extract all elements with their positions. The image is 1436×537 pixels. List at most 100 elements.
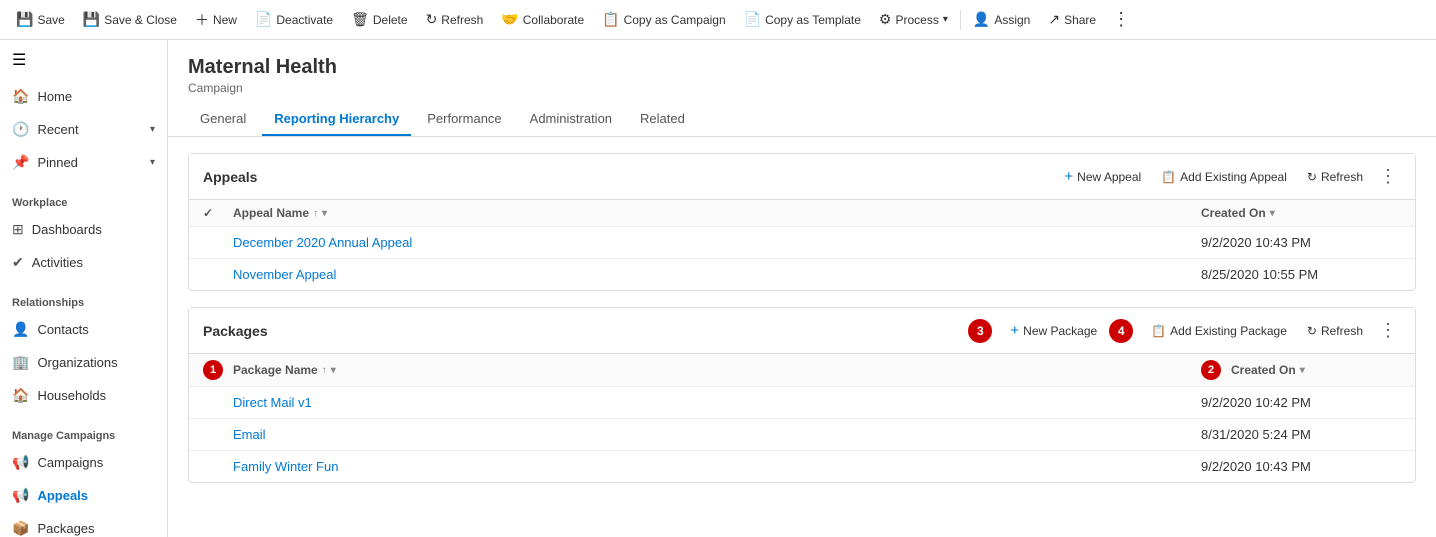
copy-template-button[interactable]: 📄 Copy as Template — [736, 7, 869, 32]
households-icon: 🏠 — [12, 387, 29, 404]
contacts-icon: 👤 — [12, 321, 29, 338]
appeals-row-2-name[interactable]: November Appeal — [233, 267, 1201, 282]
new-package-plus-icon: + — [1010, 322, 1019, 339]
share-icon: ↗ — [1048, 11, 1060, 28]
copy-campaign-icon: 📋 — [602, 11, 619, 28]
organizations-icon: 🏢 — [12, 354, 29, 371]
badge-2: 2 — [1201, 360, 1221, 380]
process-button[interactable]: ⚙ Process ▾ — [871, 7, 956, 32]
sidebar-item-dashboards[interactable]: ⊞ Dashboards — [0, 213, 167, 246]
refresh-packages-button[interactable]: ↻ Refresh — [1299, 320, 1371, 342]
campaigns-icon: 📢 — [12, 454, 29, 471]
sidebar-item-households[interactable]: 🏠 Households — [0, 379, 167, 412]
delete-icon: 🗑 — [351, 11, 369, 28]
share-button[interactable]: ↗ Share — [1040, 7, 1104, 32]
sidebar-item-organizations[interactable]: 🏢 Organizations — [0, 346, 167, 379]
tab-bar: General Reporting Hierarchy Performance … — [168, 103, 1436, 137]
add-existing-package-icon: 📋 — [1151, 324, 1166, 338]
appeals-icon: 📢 — [12, 487, 29, 504]
add-existing-appeal-button[interactable]: 📋 Add Existing Appeal — [1153, 166, 1295, 188]
packages-section-header: Packages 3 + New Package 4 📋 Add Existin… — [189, 308, 1415, 354]
appeals-section-header: Appeals + New Appeal 📋 Add Existing Appe… — [189, 154, 1415, 200]
more-options-button[interactable]: ⋮ — [1106, 9, 1136, 30]
appeals-row-1-name[interactable]: December 2020 Annual Appeal — [233, 235, 1201, 250]
packages-row-3: Family Winter Fun 9/2/2020 10:43 PM — [189, 451, 1415, 482]
appeals-section-actions: + New Appeal 📋 Add Existing Appeal ↻ Ref… — [1056, 164, 1401, 189]
appeals-table-header: ✓ Appeal Name ↑ ▾ Created On ▾ — [189, 200, 1415, 227]
packages-date-col[interactable]: 2 Created On ▾ — [1201, 360, 1401, 380]
badge-1: 1 — [203, 360, 223, 380]
sidebar-item-appeals[interactable]: 📢 Appeals — [0, 479, 167, 512]
packages-row-2-date: 8/31/2020 5:24 PM — [1201, 427, 1401, 442]
sidebar-item-packages[interactable]: 📦 Packages — [0, 512, 167, 537]
packages-row-3-name[interactable]: Family Winter Fun — [233, 459, 1201, 474]
delete-button[interactable]: 🗑 Delete — [343, 7, 415, 32]
activities-icon: ✔ — [12, 254, 24, 271]
deactivate-button[interactable]: 📄 Deactivate — [247, 7, 341, 32]
page-title: Maternal Health — [188, 56, 1416, 79]
packages-row-2-name[interactable]: Email — [233, 427, 1201, 442]
process-chevron-icon: ▾ — [943, 14, 948, 25]
new-package-button[interactable]: + New Package — [1002, 318, 1105, 343]
tab-general[interactable]: General — [188, 103, 258, 136]
tab-related[interactable]: Related — [628, 103, 697, 136]
packages-sort-desc-icon: ▾ — [331, 365, 336, 376]
hamburger-button[interactable]: ☰ — [0, 40, 167, 80]
appeals-more-button[interactable]: ⋮ — [1375, 166, 1401, 187]
packages-row-3-date: 9/2/2020 10:43 PM — [1201, 459, 1401, 474]
tab-reporting-hierarchy[interactable]: Reporting Hierarchy — [262, 103, 411, 136]
appeals-row-1-date: 9/2/2020 10:43 PM — [1201, 235, 1401, 250]
appeals-sort-asc-icon: ↑ — [313, 208, 318, 219]
deactivate-icon: 📄 — [255, 11, 272, 28]
appeals-name-col[interactable]: Appeal Name ↑ ▾ — [233, 206, 1201, 220]
sidebar: ☰ 🏠 Home 🕐 Recent ▾ 📌 Pinned ▾ Workplace… — [0, 40, 168, 537]
packages-more-button[interactable]: ⋮ — [1375, 320, 1401, 341]
relationships-label: Relationships — [0, 287, 167, 313]
save-close-button[interactable]: 💾 Save & Close — [75, 7, 185, 32]
refresh-icon-toolbar: ↻ — [426, 11, 438, 28]
assign-button[interactable]: 👤 Assign — [965, 7, 1038, 32]
pin-icon: 📌 — [12, 154, 29, 171]
add-existing-appeal-icon: 📋 — [1161, 170, 1176, 184]
refresh-button-toolbar[interactable]: ↻ Refresh — [418, 7, 492, 32]
dashboards-icon: ⊞ — [12, 221, 24, 238]
copy-campaign-button[interactable]: 📋 Copy as Campaign — [594, 7, 734, 32]
packages-section: Packages 3 + New Package 4 📋 Add Existin… — [188, 307, 1416, 483]
appeals-check-col: ✓ — [203, 206, 233, 220]
save-button[interactable]: 💾 Save — [8, 7, 73, 32]
tab-performance[interactable]: Performance — [415, 103, 513, 136]
packages-icon: 📦 — [12, 520, 29, 537]
workplace-label: Workplace — [0, 187, 167, 213]
assign-icon: 👤 — [973, 11, 990, 28]
sidebar-item-home[interactable]: 🏠 Home — [0, 80, 167, 113]
add-existing-package-button[interactable]: 📋 Add Existing Package — [1143, 320, 1295, 342]
copy-template-icon: 📄 — [744, 11, 761, 28]
packages-sort-asc-icon: ↑ — [322, 365, 327, 376]
packages-name-col[interactable]: Package Name ↑ ▾ — [233, 363, 1201, 377]
sidebar-item-pinned[interactable]: 📌 Pinned ▾ — [0, 146, 167, 179]
packages-row-1-name[interactable]: Direct Mail v1 — [233, 395, 1201, 410]
refresh-packages-icon: ↻ — [1307, 324, 1317, 338]
badge-4: 4 — [1109, 319, 1133, 343]
appeals-section: Appeals + New Appeal 📋 Add Existing Appe… — [188, 153, 1416, 291]
new-icon: ＋ — [195, 10, 209, 30]
checkmark-icon: ✓ — [203, 206, 213, 220]
sidebar-item-recent[interactable]: 🕐 Recent ▾ — [0, 113, 167, 146]
packages-table-header: 1 Package Name ↑ ▾ 2 Created On ▾ — [189, 354, 1415, 387]
appeals-row-2: November Appeal 8/25/2020 10:55 PM — [189, 259, 1415, 290]
content-area: Maternal Health Campaign General Reporti… — [168, 40, 1436, 537]
process-icon: ⚙ — [879, 11, 892, 28]
page-header: Maternal Health Campaign — [168, 40, 1436, 95]
appeals-date-col[interactable]: Created On ▾ — [1201, 206, 1401, 220]
refresh-appeals-button[interactable]: ↻ Refresh — [1299, 166, 1371, 188]
tab-administration[interactable]: Administration — [518, 103, 624, 136]
save-close-icon: 💾 — [83, 11, 100, 28]
new-appeal-button[interactable]: + New Appeal — [1056, 164, 1149, 189]
appeals-section-title: Appeals — [203, 169, 1048, 185]
collaborate-button[interactable]: 🤝 Collaborate — [493, 7, 592, 32]
new-button[interactable]: ＋ New — [187, 6, 245, 34]
sidebar-item-activities[interactable]: ✔ Activities — [0, 246, 167, 279]
sidebar-item-contacts[interactable]: 👤 Contacts — [0, 313, 167, 346]
sidebar-item-campaigns[interactable]: 📢 Campaigns — [0, 446, 167, 479]
main-layout: ☰ 🏠 Home 🕐 Recent ▾ 📌 Pinned ▾ Workplace… — [0, 40, 1436, 537]
